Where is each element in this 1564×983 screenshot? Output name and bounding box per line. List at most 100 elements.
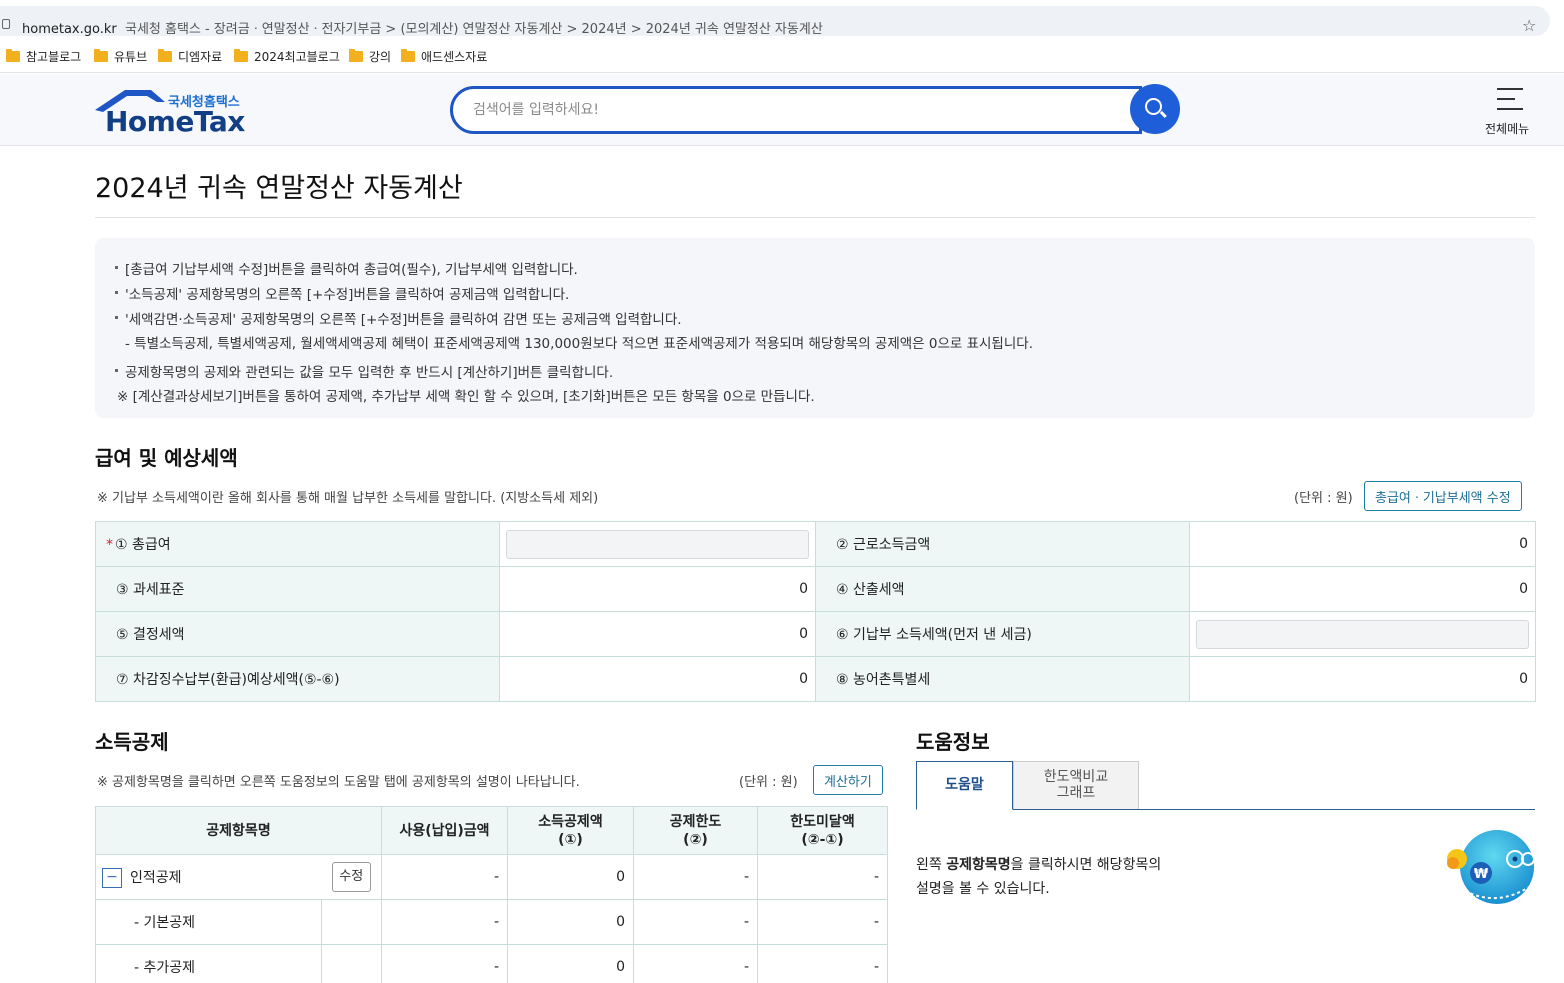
shortfall-amount: - — [757, 854, 888, 900]
address-field[interactable]: hometax.go.kr 국세청 홈택스 - 장려금ㆍ연말정산ㆍ전자기부금 >… — [0, 6, 1550, 37]
row-label: ② 근로소득금액 — [815, 521, 1190, 567]
bookmark-folder-5[interactable]: 강의 — [349, 48, 391, 65]
address-text[interactable]: hometax.go.kr 국세청 홈택스 - 장려금ㆍ연말정산ㆍ전자기부금 >… — [22, 18, 823, 37]
row-value: 0 — [499, 611, 816, 657]
bookmark-folder-6[interactable]: 애드센스자료 — [401, 48, 487, 65]
bookmark-folder-3[interactable]: 디엠자료 — [158, 48, 222, 65]
salary-note: ※ 기납부 소득세액이란 올해 회사를 통해 매월 납부한 소득세를 말합니다.… — [97, 491, 599, 506]
help-emphasis: 공제항목명 — [946, 857, 1011, 873]
column-header: 공제한도 (②) — [633, 806, 758, 855]
bookmark-label: 강의 — [369, 50, 392, 64]
help-tabs: 도움말 한도액비교 그래프 — [916, 761, 1535, 810]
hometax-logo[interactable]: 국세청홈택스 HomeTax — [95, 88, 245, 138]
column-header: 소득공제액 (①) — [507, 806, 634, 855]
search-button[interactable] — [1130, 84, 1180, 134]
bookmark-label: 2024최고블로그 — [254, 50, 340, 64]
bookmark-folder-2[interactable]: 유튜브 — [94, 48, 147, 65]
shortfall-amount: - — [757, 899, 888, 945]
table-row: - 추가공제 - 0 - - — [95, 944, 888, 983]
prepaid-tax-input[interactable] — [1196, 619, 1529, 649]
deduction-section-title: 소득공제 — [95, 730, 169, 754]
notice-line: '세액감면·소득공제' 공제항목명의 오른쪽 [+수정]버튼을 클릭하여 감면 … — [115, 308, 682, 328]
logo-english-text: HomeTax — [105, 105, 245, 138]
deduction-unit: (단위 : 원) — [739, 775, 798, 790]
bookmark-star-icon[interactable]: ☆ — [1522, 16, 1536, 35]
help-description: 왼쪽 공제항목명을 클릭하시면 해당항목의 설명을 볼 수 있습니다. — [916, 857, 1162, 897]
used-amount: - — [381, 944, 508, 983]
site-info-icon[interactable] — [2, 19, 10, 29]
browser-address-bar: hometax.go.kr 국세청 홈택스 - 장려금ㆍ연말정산ㆍ전자기부금 >… — [0, 0, 1564, 40]
table-row: ⑦ 차감징수납부(환급)예상세액(⑤-⑥) 0 ⑧ 농어촌특별세 0 — [95, 656, 1536, 702]
deduction-limit: - — [633, 944, 758, 983]
deduction-item-personal[interactable]: − 인적공제 — [95, 854, 322, 900]
menu-label: 전체메뉴 — [1485, 122, 1530, 136]
notice-remark: ※ [계산결과상세보기]버튼을 통하여 공제액, 추가납부 세액 확인 할 수 … — [117, 389, 815, 405]
salary-unit: (단위 : 원) — [1294, 491, 1353, 506]
address-host: hometax.go.kr — [22, 22, 117, 37]
deduction-limit: - — [633, 854, 758, 900]
edit-salary-tax-button[interactable]: 총급여ㆍ기납부세액 수정 — [1364, 481, 1522, 511]
row-label: ⑤ 결정세액 — [95, 611, 500, 657]
table-row: ③ 과세표준 0 ④ 산출세액 0 — [95, 566, 1536, 612]
bookmark-folder-4[interactable]: 2024최고블로그 — [234, 48, 340, 65]
table-row: - 기본공제 - 0 - - — [95, 899, 888, 945]
required-mark: * — [106, 537, 113, 553]
won-symbol: ₩ — [1474, 867, 1489, 882]
total-salary-cell — [499, 521, 816, 567]
mascot-icon: ₩ — [1447, 830, 1535, 904]
row-label: ③ 과세표준 — [95, 566, 500, 612]
folder-icon — [158, 49, 172, 62]
deduction-item-additional[interactable]: - 추가공제 — [95, 944, 322, 983]
notice-line: '소득공제' 공제항목명의 오른쪽 [+수정]버튼을 클릭하여 공제금액 입력합… — [115, 283, 569, 303]
used-amount: - — [381, 854, 508, 900]
calculate-button[interactable]: 계산하기 — [813, 765, 883, 795]
all-menu-button[interactable]: 전체메뉴 — [1480, 86, 1540, 138]
help-section-title: 도움정보 — [916, 730, 990, 754]
deduction-note: ※ 공제항목명을 클릭하면 오른쪽 도움정보의 도움말 탭에 공제항목의 설명이… — [97, 775, 580, 790]
folder-icon — [401, 49, 415, 62]
table-header-row: 공제항목명 사용(납입)금액 소득공제액 (①) 공제한도 (②) 한도미달액 … — [95, 806, 888, 855]
row-label: ⑥ 기납부 소득세액(먼저 낸 세금) — [815, 611, 1190, 657]
page-title: 2024년 귀속 연말정산 자동계산 — [95, 173, 463, 204]
notice-line: [총급여 기납부세액 수정]버튼을 클릭하여 총급여(필수), 기납부세액 입력… — [115, 258, 578, 278]
salary-table: * ① 총급여 ② 근로소득금액 0 ③ 과세표준 0 ④ 산출세액 0 ⑤ 결정… — [95, 521, 1536, 702]
edit-personal-button[interactable]: 수정 — [331, 862, 371, 892]
row-label: ⑧ 농어촌특별세 — [815, 656, 1190, 702]
table-row: * ① 총급여 ② 근로소득금액 0 — [95, 521, 1536, 567]
column-header: 공제항목명 — [95, 806, 382, 855]
bookmark-label: 디엠자료 — [178, 50, 223, 64]
folder-icon — [234, 49, 248, 62]
deduction-amount: 0 — [507, 854, 634, 900]
deduction-table: 공제항목명 사용(납입)금액 소득공제액 (①) 공제한도 (②) 한도미달액 … — [95, 806, 888, 983]
bookmark-folder-1[interactable]: 참고블로그 — [6, 48, 81, 65]
notice-box: [총급여 기납부세액 수정]버튼을 클릭하여 총급여(필수), 기납부세액 입력… — [95, 238, 1535, 418]
prepaid-tax-cell — [1189, 611, 1536, 657]
total-salary-input[interactable] — [506, 529, 809, 559]
row-label: ⑦ 차감징수납부(환급)예상세액(⑤-⑥) — [95, 656, 500, 702]
bookmark-label: 참고블로그 — [26, 50, 82, 64]
row-label: * ① 총급여 — [95, 521, 500, 567]
column-header: 사용(납입)금액 — [381, 806, 508, 855]
used-amount: - — [381, 899, 508, 945]
deduction-limit: - — [633, 899, 758, 945]
hamburger-icon — [1497, 88, 1523, 118]
folder-icon — [6, 49, 20, 62]
folder-icon — [349, 49, 363, 62]
empty-cell — [321, 899, 382, 945]
row-value: 0 — [1189, 521, 1536, 567]
deduction-amount: 0 — [507, 944, 634, 983]
row-value: 0 — [499, 656, 816, 702]
deduction-item-basic[interactable]: - 기본공제 — [95, 899, 322, 945]
collapse-icon[interactable]: − — [102, 867, 122, 888]
search-input[interactable] — [473, 100, 1113, 120]
row-value: 0 — [1189, 566, 1536, 612]
bookmark-label: 애드센스자료 — [421, 50, 488, 64]
search-box — [450, 86, 1142, 134]
bookmark-label: 유튜브 — [114, 50, 148, 64]
column-header: 한도미달액 (②-①) — [757, 806, 888, 855]
title-divider — [95, 217, 1535, 218]
tab-limit-graph[interactable]: 한도액비교 그래프 — [1013, 761, 1139, 809]
tab-help[interactable]: 도움말 — [916, 761, 1013, 810]
shortfall-amount: - — [757, 944, 888, 983]
edit-cell: 수정 — [321, 854, 382, 900]
